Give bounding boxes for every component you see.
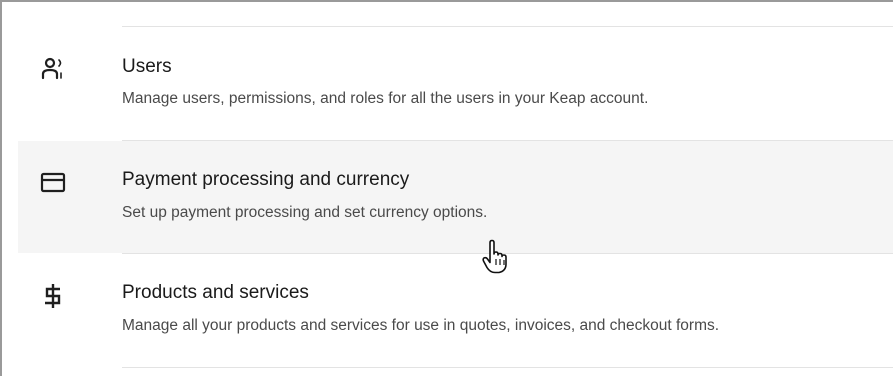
settings-item-products[interactable]: Products and services Manage all your pr…: [18, 254, 893, 366]
settings-item-title: Users: [122, 56, 172, 77]
settings-item-description: Manage users, permissions, and roles for…: [122, 90, 649, 107]
settings-item-title: Products and services: [122, 282, 309, 303]
settings-list-panel: Users Manage users, permissions, and rol…: [0, 0, 893, 376]
users-icon: [40, 56, 66, 82]
divider: [122, 26, 893, 27]
settings-item-description: Set up payment processing and set curren…: [122, 204, 488, 221]
settings-item-payment[interactable]: Payment processing and currency Set up p…: [18, 141, 893, 253]
settings-item-title: Payment processing and currency: [122, 169, 410, 190]
settings-item-users[interactable]: Users Manage users, permissions, and rol…: [18, 28, 893, 140]
hand-pointer-cursor-icon: [481, 239, 511, 275]
dollar-sign-icon: [40, 282, 66, 308]
settings-item-description: Manage all your products and services fo…: [122, 317, 720, 334]
divider: [122, 367, 893, 368]
credit-card-icon: [40, 170, 66, 196]
